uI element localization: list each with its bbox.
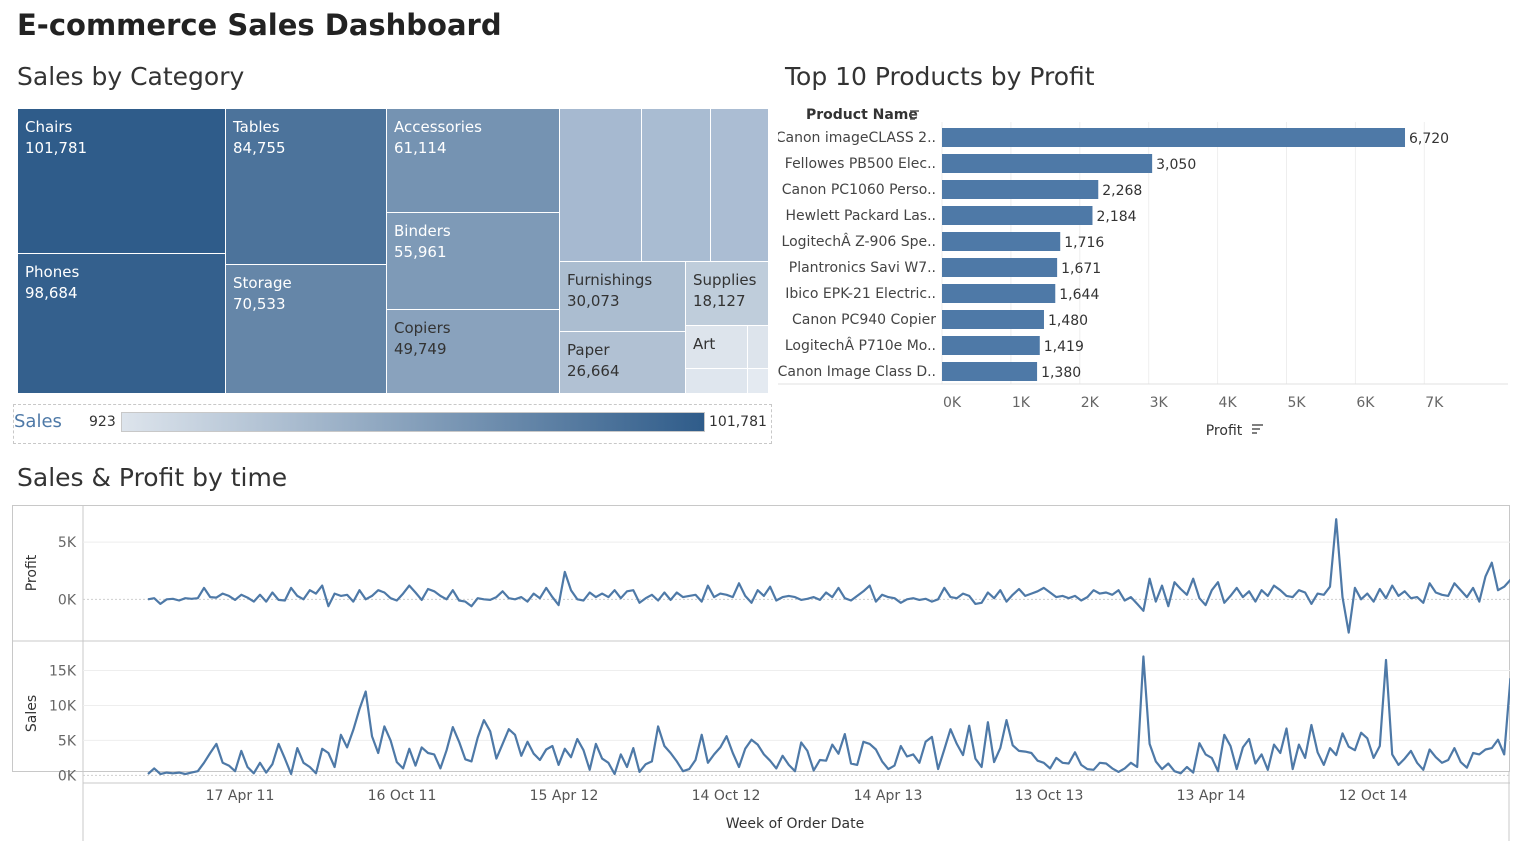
- profit-axis-title: Profit: [24, 554, 40, 591]
- sales-y-tick: 0K: [58, 768, 77, 784]
- treemap-tile-label: Chairs 101,781: [25, 118, 88, 157]
- product-label: Fellowes PB500 Elec..: [785, 156, 936, 172]
- profit-series-line: [147, 518, 1510, 634]
- bar-value-label: 2,268: [1102, 183, 1142, 199]
- profit-bar: [942, 258, 1058, 277]
- treemap-tile-copiers[interactable]: Copiers 49,749: [387, 310, 560, 394]
- treemap-tile-label: Accessories 61,114: [394, 118, 482, 157]
- x-axis-title: Profit: [1206, 423, 1243, 439]
- profit-bar: [942, 336, 1040, 355]
- treemap-tile-phones[interactable]: Phones 98,684: [18, 254, 226, 394]
- x-tick-label: 2K: [1081, 395, 1100, 411]
- product-label: Canon Image Class D..: [778, 364, 936, 380]
- x-tick-label: 14 Apr 13: [854, 788, 923, 804]
- treemap-tile-minor[interactable]: [711, 109, 769, 262]
- product-label: Canon PC940 Copier: [792, 312, 936, 328]
- bar-value-label: 6,720: [1409, 131, 1449, 147]
- product-label: LogitechÂ P710e Mo..: [785, 336, 936, 354]
- product-label: Hewlett Packard Las..: [786, 208, 936, 224]
- treemap-tile-minor[interactable]: [642, 109, 711, 262]
- treemap-tile-art[interactable]: Art: [686, 326, 748, 369]
- x-tick-label: 6K: [1356, 395, 1375, 411]
- treemap-tile-minor[interactable]: [748, 326, 769, 369]
- sales-y-tick: 15K: [49, 663, 77, 679]
- treemap-title: Sales by Category: [17, 62, 245, 91]
- dashboard-title: E-commerce Sales Dashboard: [17, 8, 502, 42]
- treemap-tile-accessories[interactable]: Accessories 61,114: [387, 109, 560, 213]
- x-tick-label: 13 Oct 13: [1015, 788, 1084, 804]
- treemap-tile-paper[interactable]: Paper 26,664: [560, 332, 686, 394]
- treemap-tile-minor[interactable]: [686, 369, 748, 394]
- sales-axis-title: Sales: [24, 695, 40, 732]
- bar-value-label: 1,380: [1041, 365, 1081, 381]
- treemap-tile-label: Tables 84,755: [233, 118, 286, 157]
- bar-value-label: 2,184: [1096, 209, 1136, 225]
- profit-bar: [942, 128, 1406, 147]
- profit-bar: [942, 232, 1061, 251]
- x-tick-label: 5K: [1287, 395, 1306, 411]
- sales-profit-line-chart: 5K 0K Profit 15K 10K 5K 0K Sales 17 Apr 11 16 Oct…: [12, 505, 1510, 841]
- treemap-tile-binders[interactable]: Binders 55,961: [387, 213, 560, 310]
- product-label: Plantronics Savi W7..: [789, 260, 936, 276]
- treemap-tile-chairs[interactable]: Chairs 101,781: [18, 109, 226, 254]
- bar-value-label: 3,050: [1156, 157, 1196, 173]
- product-label: Canon imageCLASS 2..: [778, 130, 936, 146]
- x-tick-label: 16 Oct 11: [368, 788, 437, 804]
- legend-gradient: [121, 412, 705, 432]
- legend-max: 101,781: [709, 414, 767, 430]
- profit-y-tick: 5K: [58, 535, 77, 551]
- treemap-tile-label: Supplies 18,127: [693, 271, 757, 310]
- x-tick-label: 4K: [1219, 395, 1238, 411]
- legend-min: 923: [89, 414, 116, 430]
- profit-bar: [942, 180, 1099, 199]
- x-axis-title: Week of Order Date: [726, 816, 864, 832]
- sort-icon: [1252, 424, 1263, 434]
- bar-chart-title: Top 10 Products by Profit: [785, 62, 1095, 91]
- x-tick-label: 14 Oct 12: [692, 788, 761, 804]
- profit-bar: [942, 310, 1044, 329]
- x-tick-label: 7K: [1425, 395, 1444, 411]
- profit-y-tick: 0K: [58, 592, 77, 608]
- sales-treemap: Chairs 101,781 Phones 98,684 Tables 84,755 Sto…: [18, 109, 769, 394]
- row-header-label: Product Name: [806, 107, 918, 123]
- bar-value-label: 1,480: [1048, 313, 1088, 329]
- profit-bar: [942, 154, 1153, 173]
- product-label: LogitechÂ Z-906 Spe..: [782, 232, 936, 250]
- treemap-tile-label: Copiers 49,749: [394, 319, 451, 358]
- treemap-tile-label: Phones 98,684: [25, 263, 80, 302]
- treemap-tile-label: Furnishings 30,073: [567, 271, 653, 310]
- x-tick-label: 13 Apr 14: [1177, 788, 1246, 804]
- x-tick-label: 12 Oct 14: [1339, 788, 1408, 804]
- profit-bar: [942, 284, 1056, 303]
- line-chart-title: Sales & Profit by time: [17, 463, 288, 492]
- sales-y-tick: 5K: [58, 733, 77, 749]
- treemap-tile-storage[interactable]: Storage 70,533: [226, 265, 387, 394]
- bar-value-label: 1,716: [1064, 235, 1104, 251]
- x-tick-label: 3K: [1150, 395, 1169, 411]
- profit-bar: [942, 362, 1038, 381]
- product-label: Ibico EPK-21 Electric..: [785, 286, 936, 302]
- product-label: Canon PC1060 Perso..: [782, 182, 936, 198]
- treemap-tile-label: Paper 26,664: [567, 341, 620, 380]
- treemap-tile-supplies[interactable]: Supplies 18,127: [686, 262, 769, 326]
- bar-value-label: 1,644: [1059, 287, 1099, 303]
- x-tick-label: 15 Apr 12: [530, 788, 599, 804]
- sales-y-tick: 10K: [49, 698, 77, 714]
- treemap-tile-minor[interactable]: [560, 109, 642, 262]
- top-products-bar-chart: Product Name Canon imageCLASS 2.. 6,720 Fel…: [778, 107, 1508, 439]
- x-tick-label: 1K: [1012, 395, 1031, 411]
- bar-value-label: 1,419: [1044, 339, 1084, 355]
- legend-title: Sales: [14, 411, 62, 432]
- profit-bar: [942, 206, 1093, 225]
- treemap-tile-furnishings[interactable]: Furnishings 30,073: [560, 262, 686, 332]
- treemap-tile-label: Storage 70,533: [233, 274, 292, 313]
- x-tick-label: 0K: [943, 395, 962, 411]
- bar-value-label: 1,671: [1061, 261, 1101, 277]
- treemap-tile-label: Binders 55,961: [394, 222, 451, 261]
- x-tick-label: 17 Apr 11: [206, 788, 275, 804]
- treemap-tile-minor[interactable]: [748, 369, 769, 394]
- treemap-tile-tables[interactable]: Tables 84,755: [226, 109, 387, 265]
- sales-series-line: [147, 655, 1510, 776]
- treemap-tile-label: Art: [693, 335, 716, 353]
